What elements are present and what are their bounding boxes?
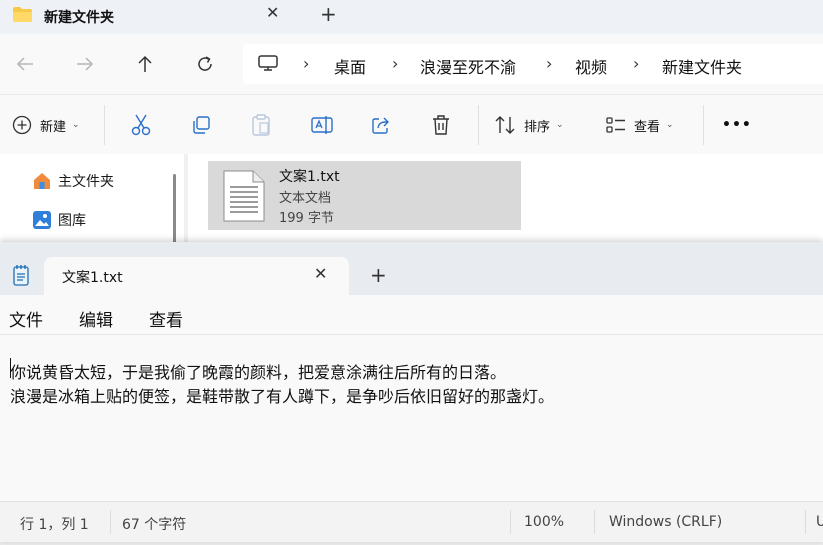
- explorer-tab[interactable]: 新建文件夹 ✕: [0, 0, 307, 34]
- explorer-command-bar: 新建 ⌄ 排序 ⌄ 查看 ⌄ •••: [0, 94, 823, 154]
- trash-icon: [433, 115, 449, 135]
- sort-button-label: 排序: [524, 119, 551, 135]
- text-document-icon: [223, 170, 265, 222]
- zoom-level[interactable]: 100%: [524, 514, 564, 530]
- sort-button[interactable]: 排序 ⌄: [494, 112, 564, 138]
- view-button-label: 查看: [634, 119, 661, 135]
- paste-icon: [252, 114, 270, 136]
- line-ending[interactable]: Windows (CRLF): [609, 514, 722, 530]
- breadcrumb-separator: ›: [633, 54, 640, 73]
- divider: [703, 105, 704, 145]
- rename-icon: [311, 116, 333, 134]
- breadcrumb-separator: ›: [546, 54, 553, 73]
- notepad-tab-title: 文案1.txt: [62, 270, 123, 286]
- new-tab-button[interactable]: +: [370, 263, 387, 287]
- notepad-tab[interactable]: 文案1.txt ✕: [44, 257, 349, 295]
- divider: [510, 510, 511, 534]
- breadcrumb-separator: ›: [392, 54, 399, 73]
- new-tab-button[interactable]: +: [320, 2, 337, 26]
- close-tab-icon[interactable]: ✕: [314, 264, 327, 283]
- more-options-button[interactable]: •••: [722, 112, 752, 138]
- sidebar-item-gallery[interactable]: 图库: [32, 209, 86, 231]
- divider: [478, 105, 479, 145]
- sidebar-item-label: 主文件夹: [58, 174, 114, 190]
- paste-button[interactable]: [251, 112, 271, 138]
- editor-line-1: 你说黄昏太短，于是我偷了晚霞的颜料，把爱意涂满往后所有的日落。: [10, 363, 507, 382]
- pane-divider[interactable]: [184, 154, 188, 254]
- file-name: 文案1.txt: [279, 169, 340, 185]
- editor-line-2: 浪漫是冰箱上贴的便签，是鞋带散了有人蹲下，是争吵后依旧留好的那盏灯。: [10, 387, 555, 406]
- status-bar: 行 1，列 1 67 个字符 100% Windows (CRLF) U: [0, 501, 823, 542]
- menu-edit[interactable]: 编辑: [79, 306, 113, 331]
- sidebar-item-label: 图库: [58, 213, 86, 229]
- breadcrumb-videos[interactable]: 视频: [575, 54, 607, 78]
- address-bar[interactable]: › 桌面 › 浪漫至死不渝 › 视频 › 新建文件夹: [243, 44, 823, 84]
- view-list-icon: [606, 117, 625, 133]
- menu-file[interactable]: 文件: [9, 306, 43, 331]
- breadcrumb-desktop[interactable]: 桌面: [334, 54, 366, 78]
- plus-circle-icon: [12, 115, 32, 135]
- sidebar-item-home[interactable]: 主文件夹: [32, 170, 114, 192]
- rename-button[interactable]: [311, 112, 333, 138]
- explorer-tab-title: 新建文件夹: [44, 10, 114, 26]
- divider: [104, 105, 105, 145]
- new-button-label: 新建: [40, 119, 67, 135]
- character-count: 67 个字符: [122, 517, 187, 533]
- menu-view[interactable]: 查看: [149, 306, 183, 331]
- sort-icon: [495, 116, 515, 134]
- divider: [594, 510, 595, 534]
- gallery-icon: [33, 211, 51, 229]
- encoding[interactable]: U: [816, 514, 823, 530]
- computer-icon: [258, 55, 278, 71]
- explorer-nav-bar: › 桌面 › 浪漫至死不渝 › 视频 › 新建文件夹: [0, 34, 823, 94]
- share-button[interactable]: [371, 112, 391, 138]
- copy-button[interactable]: [191, 112, 211, 138]
- scissors-icon: [131, 114, 151, 136]
- cut-button[interactable]: [131, 112, 151, 138]
- notepad-window: 文案1.txt ✕ + 文件 编辑 查看 你说黄昏太短，于是我偷了晚霞的颜料，把…: [0, 242, 823, 542]
- divider: [110, 510, 111, 534]
- file-type: 文本文档: [279, 191, 332, 206]
- new-button[interactable]: 新建 ⌄: [12, 112, 80, 138]
- cursor-position: 行 1，列 1: [20, 517, 89, 533]
- divider: [805, 510, 806, 534]
- chevron-down-icon: ⌄: [666, 120, 674, 130]
- share-icon: [372, 117, 389, 134]
- breadcrumb-separator: ›: [303, 54, 310, 73]
- back-arrow-icon[interactable]: [13, 52, 37, 76]
- notepad-icon: [13, 265, 29, 286]
- folder-icon: [13, 7, 32, 22]
- navigation-pane: 主文件夹 图库: [0, 154, 165, 254]
- view-button[interactable]: 查看 ⌄: [606, 112, 674, 138]
- delete-button[interactable]: [431, 112, 451, 138]
- menu-bar: 文件 编辑 查看: [0, 295, 823, 335]
- notepad-tab-strip: 文案1.txt ✕ +: [0, 242, 823, 295]
- sidebar-scrollbar[interactable]: [173, 174, 176, 244]
- refresh-icon[interactable]: [193, 52, 217, 76]
- breadcrumb-current[interactable]: 新建文件夹: [662, 54, 742, 78]
- forward-arrow-icon[interactable]: [73, 52, 97, 76]
- chevron-down-icon: ⌄: [556, 120, 564, 130]
- explorer-content: 主文件夹 图库 文案1.txt 文本文档 199 字节: [0, 154, 823, 254]
- explorer-tab-strip: 新建文件夹 ✕ +: [0, 0, 823, 34]
- file-item[interactable]: 文案1.txt 文本文档 199 字节: [208, 161, 521, 230]
- home-icon: [34, 173, 50, 189]
- up-arrow-icon[interactable]: [133, 52, 157, 76]
- copy-icon: [193, 116, 210, 134]
- chevron-down-icon: ⌄: [72, 120, 80, 130]
- breadcrumb-folder[interactable]: 浪漫至死不渝: [420, 54, 516, 78]
- close-tab-icon[interactable]: ✕: [266, 3, 279, 22]
- text-editor[interactable]: 你说黄昏太短，于是我偷了晚霞的颜料，把爱意涂满往后所有的日落。 浪漫是冰箱上贴的…: [0, 336, 823, 501]
- file-size: 199 字节: [279, 211, 334, 226]
